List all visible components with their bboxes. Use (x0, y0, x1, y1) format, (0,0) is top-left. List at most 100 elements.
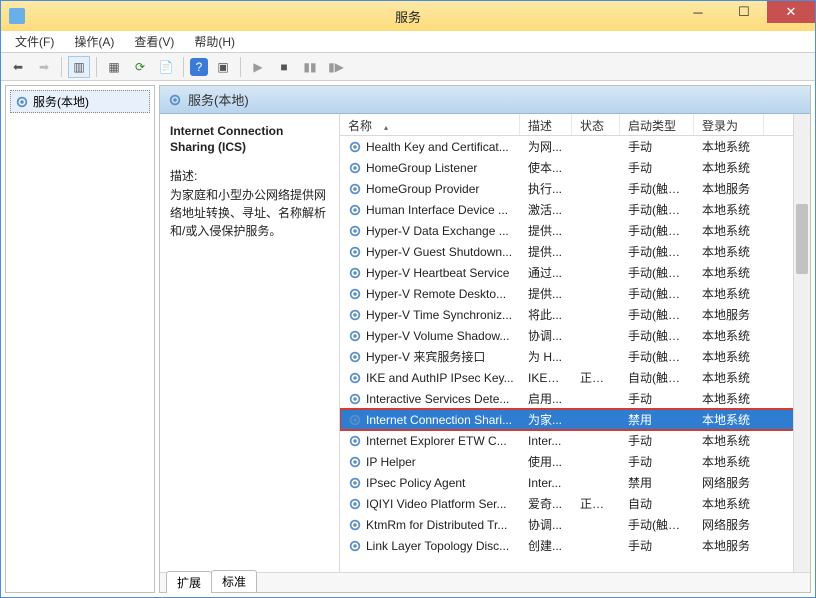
service-name: Internet Explorer ETW C... (366, 434, 507, 448)
titlebar[interactable]: 服务 ─ ☐ ✕ (1, 1, 815, 31)
service-name: Interactive Services Dete... (366, 392, 509, 406)
separator (183, 57, 184, 77)
forward-button[interactable]: ➡ (33, 56, 55, 78)
nav-root-label: 服务(本地) (33, 93, 89, 110)
service-row[interactable]: IQIYI Video Platform Ser...爱奇...正在...自动本… (340, 493, 810, 514)
service-startup: 手动 (620, 136, 694, 157)
show-hide-tree-button[interactable]: ▥ (68, 56, 90, 78)
service-row[interactable]: KtmRm for Distributed Tr...协调...手动(触发...… (340, 514, 810, 535)
service-row[interactable]: HomeGroup Provider执行...手动(触发...本地服务 (340, 178, 810, 199)
col-description[interactable]: 描述 (520, 114, 572, 135)
service-row[interactable]: Internet Connection Shari...为家...禁用本地系统 (340, 409, 810, 430)
service-row[interactable]: Hyper-V Volume Shadow...协调...手动(触发...本地系… (340, 325, 810, 346)
col-status[interactable]: 状态 (572, 114, 620, 135)
export-button[interactable]: 📄 (155, 56, 177, 78)
service-name: KtmRm for Distributed Tr... (366, 518, 507, 532)
service-icon (348, 266, 362, 280)
service-logon: 本地系统 (694, 136, 764, 157)
service-logon: 网络服务 (694, 472, 764, 493)
service-logon: 本地服务 (694, 304, 764, 325)
service-icon (348, 539, 362, 553)
properties-button[interactable]: ▦ (103, 56, 125, 78)
scroll-thumb[interactable] (796, 204, 808, 274)
service-logon: 本地系统 (694, 409, 764, 430)
service-row[interactable]: Human Interface Device ...激活...手动(触发...本… (340, 199, 810, 220)
service-row[interactable]: Health Key and Certificat...为网...手动本地系统 (340, 136, 810, 157)
service-icon (348, 308, 362, 322)
menu-help[interactable]: 帮助(H) (188, 31, 241, 52)
service-status (572, 187, 620, 191)
nav-root-item[interactable]: 服务(本地) (10, 90, 150, 113)
main-content: Internet Connection Sharing (ICS) 描述: 为家… (160, 114, 810, 572)
service-startup: 手动 (620, 535, 694, 556)
service-name: Hyper-V Remote Deskto... (366, 287, 506, 301)
service-desc: 执行... (520, 178, 572, 199)
start-service-button[interactable]: ▶ (247, 56, 269, 78)
service-status (572, 544, 620, 548)
menu-view[interactable]: 查看(V) (128, 31, 180, 52)
service-status (572, 250, 620, 254)
service-logon: 本地系统 (694, 325, 764, 346)
service-startup: 手动 (620, 388, 694, 409)
service-startup: 手动(触发... (620, 346, 694, 367)
restart-service-button[interactable]: ▮▶ (325, 56, 347, 78)
service-status (572, 439, 620, 443)
window-title: 服务 (395, 7, 421, 26)
services-icon (168, 93, 182, 107)
service-row[interactable]: Hyper-V 来宾服务接口为 H...手动(触发...本地系统 (340, 346, 810, 367)
service-startup: 禁用 (620, 472, 694, 493)
service-row[interactable]: IKE and AuthIP IPsec Key...IKEE...正在...自… (340, 367, 810, 388)
service-row[interactable]: Hyper-V Guest Shutdown...提供...手动(触发...本地… (340, 241, 810, 262)
service-row[interactable]: Interactive Services Dete...启用...手动本地系统 (340, 388, 810, 409)
main-pane: 服务(本地) Internet Connection Sharing (ICS)… (159, 85, 811, 593)
minimize-button[interactable]: ─ (675, 1, 721, 23)
service-desc: Inter... (520, 474, 572, 492)
service-row[interactable]: Hyper-V Data Exchange ...提供...手动(触发...本地… (340, 220, 810, 241)
service-logon: 本地系统 (694, 199, 764, 220)
stop-service-button[interactable]: ■ (273, 56, 295, 78)
service-desc: 使本... (520, 157, 572, 178)
service-desc: IKEE... (520, 369, 572, 387)
maximize-button[interactable]: ☐ (721, 1, 767, 23)
col-name[interactable]: 名称▴ (340, 114, 520, 135)
col-logon-as[interactable]: 登录为 (694, 114, 764, 135)
service-startup: 手动(触发... (620, 220, 694, 241)
service-row[interactable]: Hyper-V Heartbeat Service通过...手动(触发...本地… (340, 262, 810, 283)
close-button[interactable]: ✕ (767, 1, 815, 23)
service-row[interactable]: HomeGroup Listener使本...手动本地系统 (340, 157, 810, 178)
service-row[interactable]: IPsec Policy AgentInter...禁用网络服务 (340, 472, 810, 493)
list-body[interactable]: Health Key and Certificat...为网...手动本地系统H… (340, 136, 810, 572)
service-logon: 本地系统 (694, 451, 764, 472)
action-pane-button[interactable]: ▣ (212, 56, 234, 78)
menu-file[interactable]: 文件(F) (9, 31, 60, 52)
pause-service-button[interactable]: ▮▮ (299, 56, 321, 78)
service-icon (348, 413, 362, 427)
service-name: Health Key and Certificat... (366, 140, 509, 154)
description-label: 描述: (170, 167, 329, 184)
service-row[interactable]: Hyper-V Time Synchroniz...将此...手动(触发...本… (340, 304, 810, 325)
service-status (572, 418, 620, 422)
nav-tree[interactable]: 服务(本地) (5, 85, 155, 593)
service-icon (348, 497, 362, 511)
tab-standard[interactable]: 标准 (211, 570, 257, 592)
service-name: HomeGroup Listener (366, 161, 477, 175)
service-icon (348, 140, 362, 154)
service-status (572, 397, 620, 401)
service-status (572, 271, 620, 275)
help-button[interactable]: ? (190, 58, 208, 76)
service-logon: 本地服务 (694, 178, 764, 199)
service-row[interactable]: Link Layer Topology Disc...创建...手动本地服务 (340, 535, 810, 556)
toolbar: ⬅ ➡ ▥ ▦ ⟳ 📄 ? ▣ ▶ ■ ▮▮ ▮▶ (1, 53, 815, 81)
service-row[interactable]: Hyper-V Remote Deskto...提供...手动(触发...本地系… (340, 283, 810, 304)
service-row[interactable]: Internet Explorer ETW C...Inter...手动本地系统 (340, 430, 810, 451)
tab-extended[interactable]: 扩展 (166, 571, 212, 593)
service-status: 正在... (572, 367, 620, 388)
service-name: IP Helper (366, 455, 416, 469)
vertical-scrollbar[interactable] (793, 114, 810, 572)
refresh-button[interactable]: ⟳ (129, 56, 151, 78)
menu-action[interactable]: 操作(A) (68, 31, 120, 52)
service-logon: 本地系统 (694, 493, 764, 514)
col-startup-type[interactable]: 启动类型 (620, 114, 694, 135)
service-row[interactable]: IP Helper使用...手动本地系统 (340, 451, 810, 472)
back-button[interactable]: ⬅ (7, 56, 29, 78)
